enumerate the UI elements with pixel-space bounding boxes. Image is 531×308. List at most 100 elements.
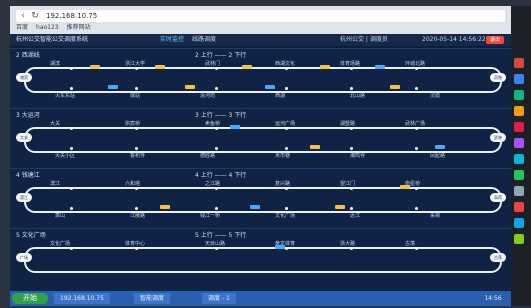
terminal-left[interactable]: 滨江 bbox=[16, 193, 32, 202]
route-card[interactable]: 4 钱塘江 4 上行 —— 4 下行 滨江 采荷 滨江 六和塔 之江路 复兴路 … bbox=[10, 168, 511, 229]
stop-dot[interactable] bbox=[415, 127, 418, 130]
bus-marker[interactable] bbox=[250, 205, 260, 209]
bus-marker[interactable] bbox=[108, 85, 118, 89]
bus-marker[interactable] bbox=[185, 85, 195, 89]
bus-marker[interactable] bbox=[435, 145, 445, 149]
bus-marker[interactable] bbox=[155, 65, 165, 69]
app-icon[interactable] bbox=[514, 106, 524, 116]
bus-marker[interactable] bbox=[310, 145, 320, 149]
stop-dot[interactable] bbox=[135, 127, 138, 130]
stop-dot[interactable] bbox=[285, 187, 288, 190]
stop-label: 城站 bbox=[130, 93, 141, 99]
route-card[interactable]: 3 大运河 3 上行 —— 3 下行 大关 武林 大关 拱宸桥 卖鱼桥 运河广场… bbox=[10, 108, 511, 169]
stop-dot[interactable] bbox=[415, 207, 418, 210]
stop-dot[interactable] bbox=[415, 247, 418, 250]
bus-marker[interactable] bbox=[90, 65, 100, 69]
terminal-right[interactable]: 采荷 bbox=[490, 193, 506, 202]
bus-marker[interactable] bbox=[320, 65, 330, 69]
stop-dot[interactable] bbox=[350, 207, 353, 210]
stop-label: 武林门 bbox=[205, 61, 221, 67]
route-card[interactable]: 2 西湖线 2 上行 —— 2 下行 湖滨 灵隐 湖滨 浙江大学 武林门 西湖文… bbox=[10, 48, 511, 109]
stop-dot[interactable] bbox=[415, 87, 418, 90]
logout-button[interactable]: 退出 bbox=[486, 36, 504, 44]
stop-dot[interactable] bbox=[350, 187, 353, 190]
stop-dot[interactable] bbox=[70, 207, 73, 210]
stop-dot[interactable] bbox=[135, 247, 138, 250]
stop-dot[interactable] bbox=[215, 87, 218, 90]
stop-dot[interactable] bbox=[70, 147, 73, 150]
bus-marker[interactable] bbox=[265, 85, 275, 89]
app-icon[interactable] bbox=[514, 154, 524, 164]
stop-dot[interactable] bbox=[135, 87, 138, 90]
stop-dot[interactable] bbox=[70, 127, 73, 130]
stop-dot[interactable] bbox=[70, 87, 73, 90]
stop-dot[interactable] bbox=[285, 127, 288, 130]
terminal-right[interactable]: 古荡 bbox=[490, 253, 506, 262]
terminal-right[interactable]: 武林 bbox=[490, 133, 506, 142]
stop-dot[interactable] bbox=[415, 147, 418, 150]
stop-dot[interactable] bbox=[285, 207, 288, 210]
stop-label: 望江门 bbox=[340, 181, 356, 187]
stop-dot[interactable] bbox=[215, 207, 218, 210]
stop-dot[interactable] bbox=[285, 67, 288, 70]
app-icon[interactable] bbox=[514, 58, 524, 68]
route-card[interactable]: 5 文化广场 5 上行 —— 5 下行 广场 古荡 文化广场 体育中心 天目山路… bbox=[10, 228, 511, 291]
bus-marker[interactable] bbox=[230, 125, 240, 129]
app-icon[interactable] bbox=[514, 202, 524, 212]
terminal-left[interactable]: 湖滨 bbox=[16, 73, 32, 82]
stop-dot[interactable] bbox=[215, 187, 218, 190]
bus-marker[interactable] bbox=[275, 245, 285, 249]
stop-dot[interactable] bbox=[70, 67, 73, 70]
bus-marker[interactable] bbox=[375, 65, 385, 69]
terminal-left[interactable]: 广场 bbox=[16, 253, 32, 262]
bookmark-2[interactable]: hao123 bbox=[36, 24, 59, 32]
tab-dispatch[interactable]: 线路调度 bbox=[192, 34, 216, 46]
tab-monitor[interactable]: 实时监控 bbox=[160, 34, 184, 46]
bus-marker[interactable] bbox=[160, 205, 170, 209]
bus-marker[interactable] bbox=[400, 185, 410, 189]
stop-dot[interactable] bbox=[215, 127, 218, 130]
address-bar[interactable]: ‹ ↻ 192.168.10.75 bbox=[16, 10, 505, 22]
bus-marker[interactable] bbox=[390, 85, 400, 89]
stop-dot[interactable] bbox=[350, 127, 353, 130]
stop-dot[interactable] bbox=[415, 187, 418, 190]
stop-dot[interactable] bbox=[135, 67, 138, 70]
stop-dot[interactable] bbox=[70, 247, 73, 250]
bus-marker[interactable] bbox=[335, 205, 345, 209]
stop-dot[interactable] bbox=[350, 87, 353, 90]
stop-dot[interactable] bbox=[215, 147, 218, 150]
terminal-right[interactable]: 灵隐 bbox=[490, 73, 506, 82]
app-icon[interactable] bbox=[514, 186, 524, 196]
app-icon[interactable] bbox=[514, 218, 524, 228]
app-icon[interactable] bbox=[514, 138, 524, 148]
stop-dot[interactable] bbox=[350, 147, 353, 150]
taskbar-item[interactable]: 智能调度 bbox=[134, 293, 171, 304]
bookmark-1[interactable]: 百度 bbox=[16, 24, 28, 32]
app-icon[interactable] bbox=[514, 234, 524, 244]
bookmark-3[interactable]: 推荐网站 bbox=[67, 24, 91, 32]
stop-dot[interactable] bbox=[135, 147, 138, 150]
stop-dot[interactable] bbox=[350, 67, 353, 70]
stop-dot[interactable] bbox=[215, 67, 218, 70]
stop-dot[interactable] bbox=[285, 247, 288, 250]
start-button[interactable]: 开始 bbox=[12, 293, 48, 304]
stop-dot[interactable] bbox=[70, 187, 73, 190]
stop-dot[interactable] bbox=[415, 67, 418, 70]
stop-dot[interactable] bbox=[285, 87, 288, 90]
app-icon[interactable] bbox=[514, 74, 524, 84]
bus-marker[interactable] bbox=[242, 65, 252, 69]
stop-dot[interactable] bbox=[350, 247, 353, 250]
stop-dot[interactable] bbox=[135, 207, 138, 210]
back-icon[interactable]: ‹ bbox=[18, 11, 28, 21]
terminal-left[interactable]: 大关 bbox=[16, 133, 32, 142]
stop-dot[interactable] bbox=[285, 147, 288, 150]
app-icon[interactable] bbox=[514, 90, 524, 100]
stop-label: 文化广场 bbox=[275, 213, 296, 219]
taskbar-item[interactable]: 调度 - 1 bbox=[202, 293, 236, 304]
stop-dot[interactable] bbox=[135, 187, 138, 190]
app-icon[interactable] bbox=[514, 122, 524, 132]
taskbar-item[interactable]: 192.168.10.75 bbox=[54, 293, 110, 304]
app-icon[interactable] bbox=[514, 170, 524, 180]
stop-dot[interactable] bbox=[215, 247, 218, 250]
refresh-icon[interactable]: ↻ bbox=[30, 11, 40, 21]
